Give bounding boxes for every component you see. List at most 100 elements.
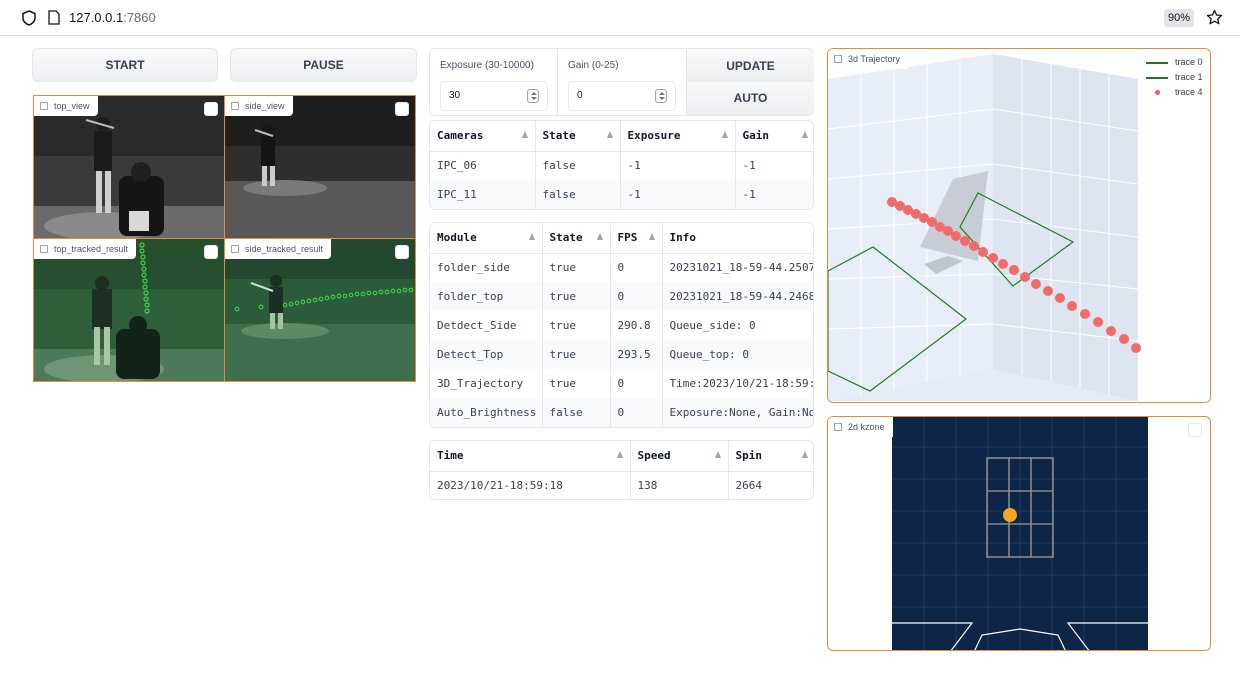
gain-value: 0 [577, 90, 583, 101]
sort-icon[interactable] [528, 233, 535, 240]
table-cell[interactable]: Queue_top: 0 [662, 340, 813, 369]
header-text: Info [669, 231, 697, 245]
column-header[interactable]: Gain [735, 121, 813, 152]
table-cell[interactable]: IPC_11 [430, 180, 536, 209]
kzone-plot-title: 2d kzone [848, 422, 885, 432]
table-cell[interactable]: 20231021_18-59-44.24685 [662, 282, 813, 311]
table-cell[interactable]: 138 [630, 471, 729, 499]
table-cell[interactable]: Queue_side: 0 [662, 311, 813, 340]
table-cell[interactable]: false [535, 180, 621, 209]
table-cell[interactable]: -1 [735, 151, 813, 180]
top-view-label: top_view [34, 96, 98, 116]
column-header[interactable]: Module [430, 223, 543, 254]
table-cell[interactable]: false [542, 398, 611, 427]
table-cell[interactable]: folder_side [430, 253, 543, 282]
sort-icon[interactable] [802, 131, 808, 138]
table-cell[interactable]: true [542, 311, 611, 340]
download-icon[interactable] [1188, 423, 1202, 437]
table-cell[interactable]: 290.8 [610, 311, 663, 340]
exposure-input[interactable]: 30 [440, 81, 548, 111]
table-cell[interactable]: -1 [735, 180, 813, 209]
download-icon[interactable] [395, 245, 409, 259]
bookmark-star-icon[interactable] [1206, 9, 1223, 26]
gain-stepper-icon[interactable] [655, 89, 667, 103]
top-view-text: top_view [54, 101, 90, 111]
trajectory-3d-plot[interactable]: 3d Trajectory trace 0 trace 1 trace 4 [827, 48, 1211, 403]
sort-icon[interactable] [802, 451, 808, 458]
sort-icon[interactable] [616, 451, 623, 458]
header-text: FPS [617, 231, 638, 245]
legend-item[interactable]: trace 4 [1146, 85, 1203, 100]
table-row: IPC_11 false -1 -1 [430, 180, 813, 209]
table-cell[interactable]: Detect_Top [430, 340, 543, 369]
trajectory-3d-canvas[interactable] [828, 49, 1211, 403]
camera-settings-form: Exposure (30-10000) 30 Gain (0-25) 0 UPD… [429, 48, 814, 116]
shield-icon[interactable] [22, 10, 36, 26]
table-cell[interactable]: false [535, 151, 621, 180]
auto-button[interactable]: AUTO [686, 82, 814, 115]
table-cell[interactable]: 0 [610, 253, 663, 282]
side-tracked-text: side_tracked_result [245, 244, 324, 254]
url-field[interactable]: 127.0.0.1:7860 [69, 9, 156, 27]
side-tracked-scene [225, 239, 415, 381]
table-cell[interactable]: Auto_Brightness [430, 398, 543, 427]
table-cell[interactable]: 20231021_18-59-44.25074 [662, 253, 814, 282]
top-tracked-label: top_tracked_result [34, 239, 137, 259]
sort-icon[interactable] [721, 131, 728, 138]
table-cell[interactable]: Detdect_Side [430, 311, 543, 340]
pitch-ball-marker[interactable] [1003, 508, 1017, 522]
table-cell[interactable]: -1 [620, 180, 736, 209]
table-cell[interactable]: true [542, 369, 611, 398]
sort-icon[interactable] [596, 233, 603, 240]
column-header[interactable]: FPS [610, 223, 663, 254]
kzone-2d-plot[interactable]: 2d kzone [827, 416, 1211, 651]
table-cell[interactable]: 0 [610, 282, 663, 311]
table-cell[interactable]: 3D_Trajectory [430, 369, 543, 398]
image-icon [231, 102, 239, 110]
legend-item[interactable]: trace 1 [1146, 70, 1203, 85]
column-header[interactable]: Speed [630, 441, 729, 472]
gain-label: Gain (0-25) [568, 60, 619, 71]
table-cell[interactable]: folder_top [430, 282, 543, 311]
table-cell[interactable]: IPC_06 [430, 151, 536, 180]
pause-button[interactable]: PAUSE [230, 48, 417, 82]
table-cell[interactable]: true [542, 340, 611, 369]
sort-icon[interactable] [714, 451, 721, 458]
update-button[interactable]: UPDATE [686, 49, 814, 83]
header-text: Gain [742, 129, 770, 143]
exposure-stepper-icon[interactable] [527, 89, 539, 103]
table-cell[interactable]: 2664 [728, 471, 813, 499]
download-icon[interactable] [395, 102, 409, 116]
table-cell[interactable]: 0 [610, 369, 663, 398]
zoom-badge[interactable]: 90% [1164, 9, 1194, 27]
table-row: Auto_Brightness false 0 Exposure:None, G… [430, 398, 813, 427]
download-icon[interactable] [204, 245, 218, 259]
top-tracked-scene [34, 239, 224, 381]
column-header[interactable]: Cameras [430, 121, 536, 152]
column-header[interactable]: State [542, 223, 611, 254]
table-cell[interactable]: -1 [620, 151, 736, 180]
table-cell[interactable]: 2023/10/21-18:59:18 [430, 471, 631, 499]
column-header[interactable]: Exposure [620, 121, 736, 152]
table-cell[interactable]: 0 [610, 398, 663, 427]
browser-address-bar: 127.0.0.1:7860 90% [0, 0, 1240, 36]
table-cell[interactable]: Exposure:None, Gain:None [662, 398, 813, 427]
column-header[interactable]: Spin [728, 441, 813, 472]
table-cell[interactable]: true [542, 282, 611, 311]
table-cell[interactable]: 293.5 [610, 340, 663, 369]
header-text: State [542, 129, 576, 143]
table-cell[interactable]: true [542, 253, 611, 282]
sort-icon[interactable] [521, 131, 528, 138]
column-header[interactable]: Info [662, 223, 813, 254]
gain-input[interactable]: 0 [568, 81, 676, 111]
column-header[interactable]: State [535, 121, 621, 152]
download-icon[interactable] [204, 102, 218, 116]
legend-item[interactable]: trace 0 [1146, 55, 1203, 70]
kzone-2d-canvas[interactable] [828, 417, 1211, 651]
sort-icon[interactable] [648, 233, 655, 240]
url-port: :7860 [123, 10, 156, 25]
start-button[interactable]: START [32, 48, 218, 82]
column-header[interactable]: Time [430, 441, 631, 472]
sort-icon[interactable] [606, 131, 613, 138]
table-cell[interactable]: Time:2023/10/21-18:59:1 [662, 369, 814, 398]
